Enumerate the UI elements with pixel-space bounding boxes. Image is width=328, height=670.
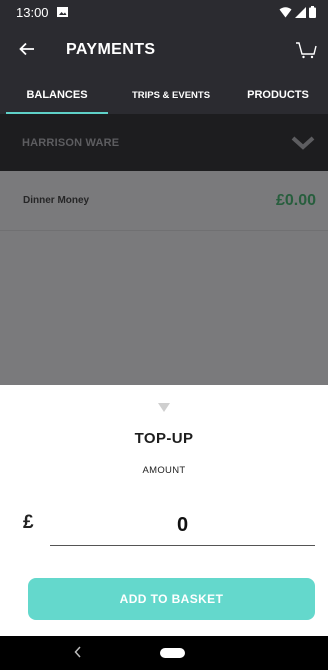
system-nav-bar xyxy=(0,636,328,670)
balance-amount: £0.00 xyxy=(275,191,316,209)
currency-symbol: £ xyxy=(23,512,34,533)
sheet-title: TOP-UP xyxy=(134,430,194,447)
status-bar: 13:00 xyxy=(0,0,328,24)
balance-row[interactable]: Dinner Money £0.00 xyxy=(0,171,328,231)
nav-back-icon[interactable] xyxy=(74,646,82,661)
battery-icon xyxy=(309,6,316,18)
cart-icon[interactable] xyxy=(284,24,328,76)
top-up-sheet: TOP-UP AMOUNT £ ADD TO BASKET xyxy=(0,385,328,636)
amount-input[interactable] xyxy=(50,506,315,546)
image-icon xyxy=(56,7,68,17)
add-to-basket-button[interactable]: ADD TO BASKET xyxy=(28,578,315,620)
child-selector[interactable]: HARRISON WARE xyxy=(0,114,328,171)
status-time: 13:00 xyxy=(16,4,49,20)
tab-products[interactable]: PRODUCTS xyxy=(228,76,328,114)
chevron-down-icon[interactable] xyxy=(290,133,316,153)
amount-label: AMOUNT xyxy=(142,465,186,476)
child-name: HARRISON WARE xyxy=(22,136,120,149)
tab-balances[interactable]: BALANCES xyxy=(0,76,114,114)
wifi-icon xyxy=(279,6,292,17)
status-icons xyxy=(279,6,316,18)
page-title: PAYMENTS xyxy=(66,41,156,58)
sheet-handle-icon[interactable] xyxy=(158,403,170,412)
app-bar: PAYMENTS xyxy=(0,24,328,76)
signal-icon xyxy=(295,6,306,18)
balance-label: Dinner Money xyxy=(23,195,90,206)
tab-bar: BALANCES TRIPS & EVENTS PRODUCTS xyxy=(0,76,328,114)
nav-home-pill[interactable] xyxy=(160,648,185,658)
balances-panel-dimmed: HARRISON WARE Dinner Money £0.00 xyxy=(0,114,328,385)
tab-trips-events[interactable]: TRIPS & EVENTS xyxy=(114,76,228,114)
arrow-left-icon[interactable] xyxy=(0,39,48,62)
